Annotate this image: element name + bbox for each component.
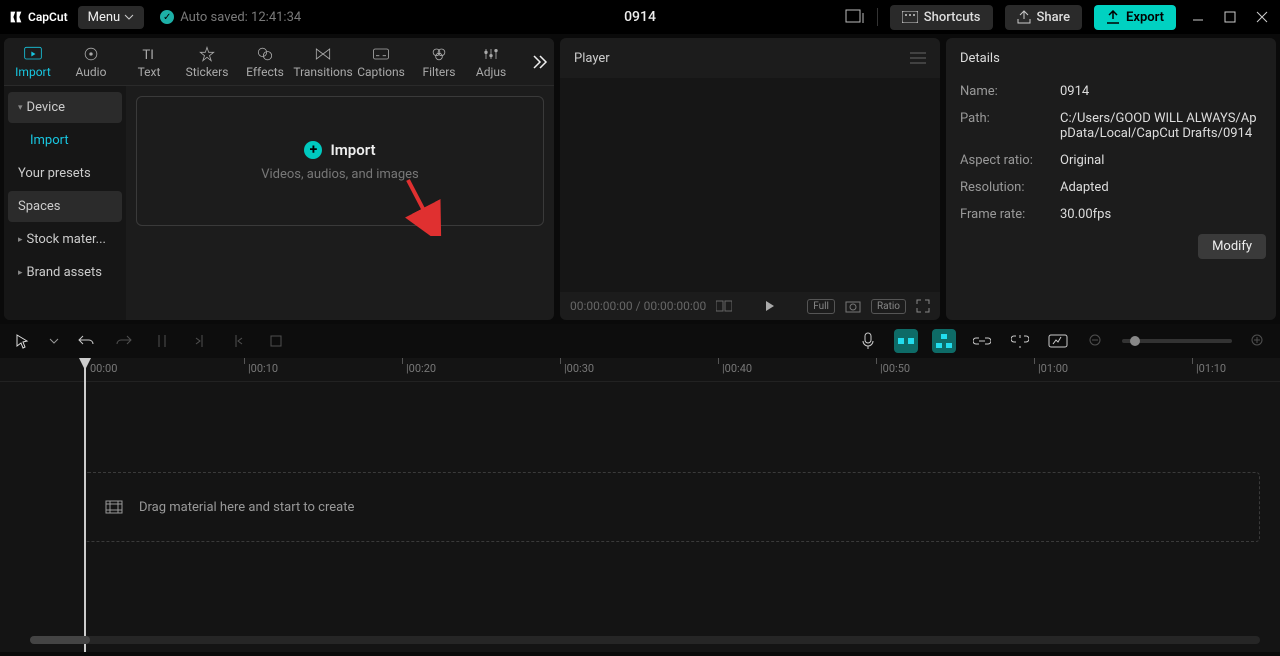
tab-import[interactable]: Import	[4, 45, 62, 79]
autosave-status: ✓ Auto saved: 12:41:34	[160, 10, 301, 25]
tab-filters[interactable]: Filters	[410, 45, 468, 79]
dropzone-subtitle: Videos, audios, and images	[261, 167, 419, 182]
media-sidebar: ▾Device Import Your presets Spaces ▸Stoc…	[4, 86, 126, 320]
timeline-panel: 00:00 |00:10 |00:20 |00:30 |00:40 |00:50…	[0, 358, 1280, 652]
trim-right-icon[interactable]	[226, 329, 250, 353]
unlink-icon[interactable]	[1008, 329, 1032, 353]
player-timecode: 00:00:00:00 / 00:00:00:00	[570, 299, 706, 313]
full-badge[interactable]: Full	[807, 299, 835, 314]
tab-text[interactable]: TIText	[120, 45, 178, 79]
tab-adjust[interactable]: Adjus	[468, 45, 514, 79]
close-icon[interactable]	[1252, 7, 1272, 27]
timeline-toolbar	[0, 324, 1280, 358]
trim-left-icon[interactable]	[188, 329, 212, 353]
delete-icon[interactable]	[264, 329, 288, 353]
tab-audio[interactable]: Audio	[62, 45, 120, 79]
maximize-icon[interactable]	[1220, 7, 1240, 27]
zoom-in-icon[interactable]	[1246, 329, 1270, 353]
shortcuts-button[interactable]: Shortcuts	[890, 5, 993, 30]
tab-stickers[interactable]: Stickers	[178, 45, 236, 79]
modify-button[interactable]: Modify	[1198, 234, 1266, 259]
sidebar-item-stock[interactable]: ▸Stock mater...	[8, 224, 122, 255]
sidebar-item-presets[interactable]: Your presets	[8, 158, 122, 189]
zoom-slider[interactable]	[1122, 339, 1232, 343]
export-button[interactable]: Export	[1094, 5, 1176, 30]
player-panel: Player 00:00:00:00 / 00:00:00:00 Full Ra…	[560, 38, 940, 320]
player-title: Player	[574, 51, 610, 66]
pointer-tool-icon[interactable]	[10, 329, 34, 353]
sidebar-item-brand[interactable]: ▸Brand assets	[8, 257, 122, 288]
timeline-ruler[interactable]: 00:00 |00:10 |00:20 |00:30 |00:40 |00:50…	[0, 358, 1280, 382]
player-menu-icon[interactable]	[910, 51, 926, 65]
svg-text:TI: TI	[142, 48, 154, 63]
ratio-badge[interactable]: Ratio	[871, 299, 906, 314]
dropzone-title: Import	[330, 141, 375, 159]
film-icon	[105, 500, 123, 514]
media-panel: Import Audio TIText Stickers Effects Tra…	[4, 38, 554, 320]
timeline-track-drop[interactable]: Drag material here and start to create	[84, 472, 1260, 542]
mic-icon[interactable]	[856, 329, 880, 353]
player-viewport	[560, 78, 940, 292]
play-icon[interactable]	[763, 299, 777, 313]
tab-captions[interactable]: Captions	[352, 45, 410, 79]
sidebar-item-device[interactable]: ▾Device	[8, 92, 122, 123]
player-compare-icon[interactable]	[716, 299, 732, 313]
pointer-dropdown-icon[interactable]	[48, 329, 60, 353]
details-title: Details	[946, 38, 1276, 78]
zoom-out-icon[interactable]	[1084, 329, 1108, 353]
magnet-track-icon[interactable]	[932, 329, 956, 353]
details-panel: Details Name:0914 Path:C:/Users/GOOD WIL…	[946, 38, 1276, 320]
magnet-main-icon[interactable]	[894, 329, 918, 353]
playhead[interactable]	[84, 358, 86, 652]
menu-button[interactable]: Menu	[78, 6, 145, 29]
plus-icon: +	[304, 141, 322, 159]
undo-icon[interactable]	[74, 329, 98, 353]
split-icon[interactable]	[150, 329, 174, 353]
redo-icon[interactable]	[112, 329, 136, 353]
project-title: 0914	[624, 9, 656, 25]
divider	[877, 8, 878, 26]
check-icon: ✓	[160, 10, 174, 24]
media-tabs: Import Audio TIText Stickers Effects Tra…	[4, 38, 554, 86]
sidebar-item-import[interactable]: Import	[8, 125, 122, 156]
snapshot-icon[interactable]	[845, 299, 861, 313]
tab-transitions[interactable]: Transitions	[294, 45, 352, 79]
sidebar-item-spaces[interactable]: Spaces	[8, 191, 122, 222]
share-button[interactable]: Share	[1005, 5, 1083, 30]
timeline-scrollbar[interactable]	[30, 636, 1260, 644]
fullscreen-icon[interactable]	[916, 299, 930, 313]
preview-icon[interactable]	[1046, 329, 1070, 353]
link-icon[interactable]	[970, 329, 994, 353]
track-hint: Drag material here and start to create	[139, 500, 354, 515]
aspect-icon[interactable]	[845, 7, 865, 27]
app-logo: CapCut	[8, 9, 68, 25]
minimize-icon[interactable]	[1188, 7, 1208, 27]
import-dropzone[interactable]: + Import Videos, audios, and images	[136, 96, 544, 226]
tab-effects[interactable]: Effects	[236, 45, 294, 79]
tabs-more-icon[interactable]	[528, 52, 548, 72]
